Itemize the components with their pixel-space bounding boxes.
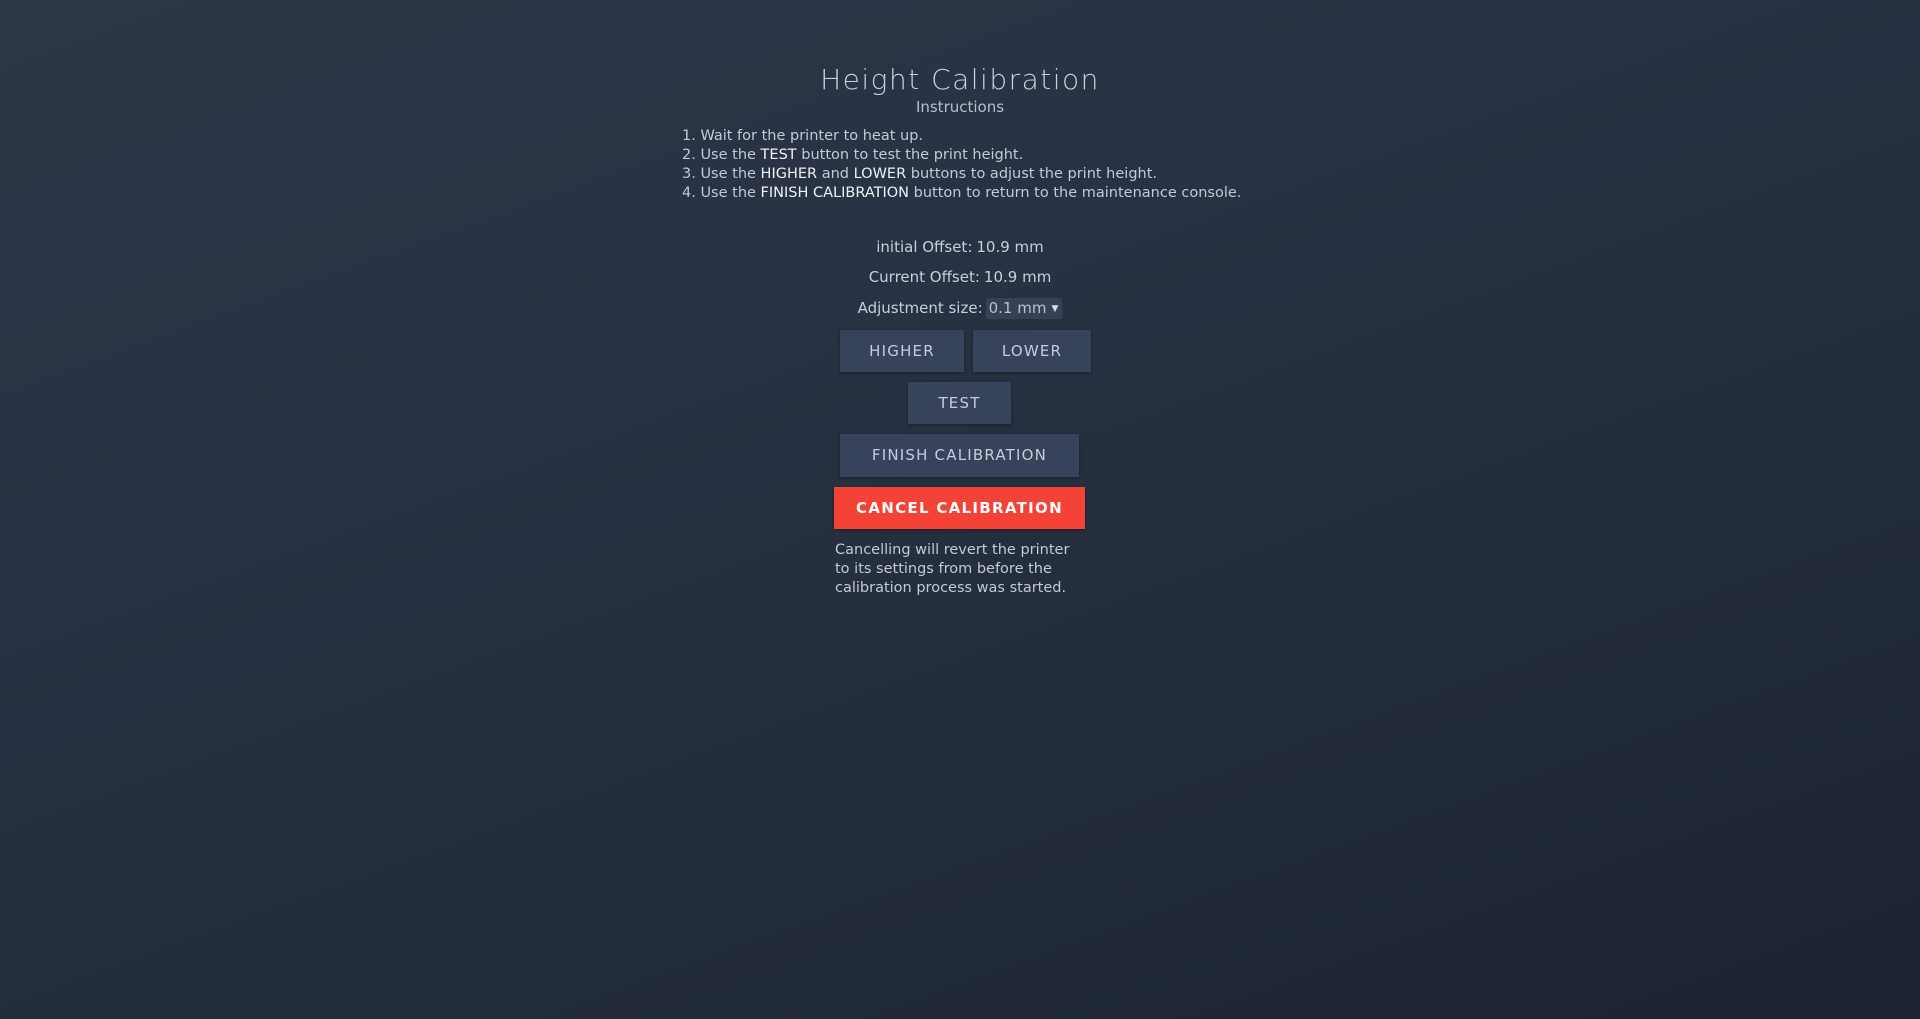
instructions-heading: Instructions [915,98,1005,116]
instruction-text: button to return to the maintenance cons… [909,185,1242,201]
instruction-keyword-finish: FINISH CALIBRATION [760,185,910,201]
chevron-down-icon: ▼ [1051,304,1059,314]
instruction-text: 2. Use the [682,147,761,163]
instruction-text: 4. Use the [682,185,761,201]
current-offset-value: 10.9 mm [983,268,1052,286]
adjustment-size-select[interactable]: 0.1 mm ▼ [985,298,1063,319]
current-offset: Current Offset: 10.9 mm [0,267,1920,287]
instruction-text: and [817,166,854,182]
initial-offset: initial Offset: 10.9 mm [0,237,1920,257]
instructions-list: 1. Wait for the printer to heat up. 2. U… [682,127,1302,203]
adjustment-size-value: 0.1 mm [988,299,1047,317]
calibration-panel: Height Calibration Instructions 1. Wait … [0,0,1920,1019]
instruction-text: button to test the print height. [796,147,1024,163]
initial-offset-label: initial Offset: [876,238,973,256]
higher-button[interactable]: HIGHER [840,330,964,372]
instruction-step-2: 2. Use the TEST button to test the print… [682,146,1302,165]
lower-button[interactable]: LOWER [973,330,1091,372]
instruction-keyword-higher: HIGHER [760,166,818,182]
instruction-text: buttons to adjust the print height. [906,166,1158,182]
cancel-warning-note: Cancelling will revert the printer to it… [835,542,1070,596]
cancel-calibration-button[interactable]: CANCEL CALIBRATION [834,487,1085,529]
instruction-text: 3. Use the [682,166,761,182]
instruction-text: 1. Wait for the printer to heat up. [682,128,924,144]
instruction-step-4: 4. Use the FINISH CALIBRATION button to … [682,184,1302,203]
finish-calibration-button[interactable]: FINISH CALIBRATION [840,434,1079,477]
instruction-step-3: 3. Use the HIGHER and LOWER buttons to a… [682,165,1302,184]
adjustment-size-label: Adjustment size: [857,299,983,317]
instruction-step-1: 1. Wait for the printer to heat up. [682,127,1302,146]
instruction-keyword-test: TEST [760,147,797,163]
page-title: Height Calibration [820,63,1100,96]
initial-offset-value: 10.9 mm [976,238,1044,256]
instruction-keyword-lower: LOWER [853,166,907,182]
test-button[interactable]: TEST [908,382,1011,424]
adjustment-size-row: Adjustment size: 0.1 mm ▼ [0,297,1920,319]
current-offset-label: Current Offset: [868,268,980,286]
